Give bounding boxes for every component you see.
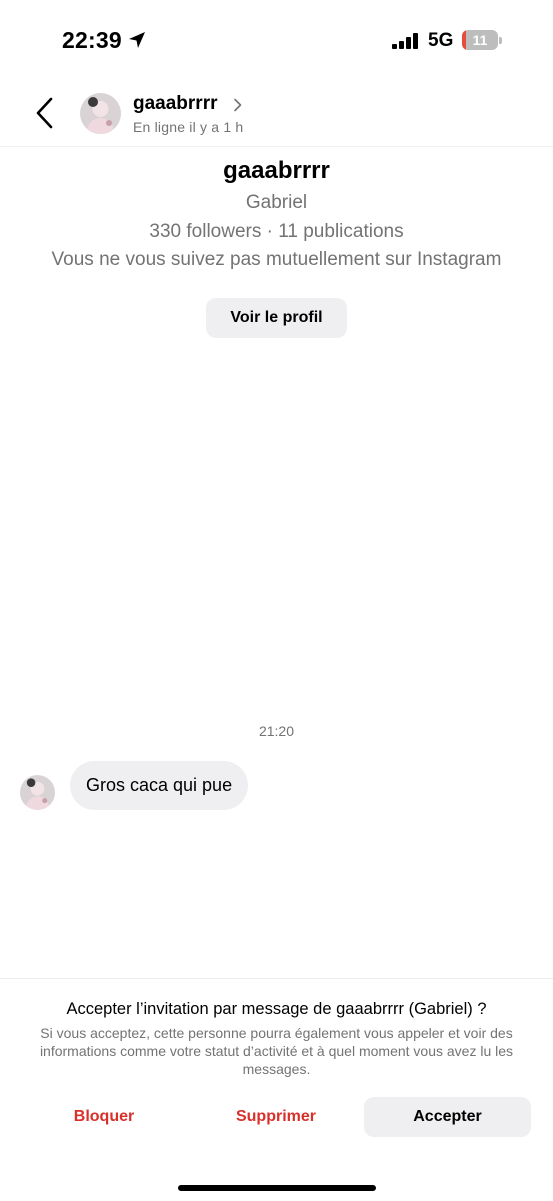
battery-icon: 11 [462, 30, 504, 52]
mutual-follow-notice: Vous ne vous suivez pas mutuellement sur… [51, 249, 502, 270]
network-type: 5G [428, 30, 454, 51]
sender-avatar [20, 775, 55, 810]
online-status: En ligne il y a 1 h [133, 119, 244, 135]
chat-header: gaaabrrrr En ligne il y a 1 h [0, 84, 553, 147]
avatar[interactable] [80, 93, 121, 134]
home-indicator [178, 1185, 376, 1191]
request-title: Accepter l’invitation par message de gaa… [66, 1000, 487, 1018]
block-button[interactable]: Bloquer [20, 1097, 188, 1137]
back-icon[interactable] [30, 96, 60, 130]
chevron-right-icon[interactable] [233, 98, 243, 112]
profile-full-name: Gabriel [245, 192, 308, 213]
status-bar: 22:39 5G 11 [0, 0, 553, 80]
message-bubble[interactable]: Gros caca qui pue [70, 761, 249, 810]
profile-username: gaaabrrrr [223, 157, 330, 184]
delete-button[interactable]: Supprimer [192, 1097, 360, 1137]
profile-stats: 330 followers · 11 publications [149, 221, 404, 242]
signal-bars-icon [392, 33, 418, 49]
message-request-panel: Accepter l’invitation par message de gaa… [0, 978, 553, 1201]
view-profile-button[interactable]: Voir le profil [206, 298, 347, 338]
header-username[interactable]: gaaabrrrr [133, 93, 218, 115]
status-time: 22:39 [62, 27, 122, 53]
accept-button[interactable]: Accepter [364, 1097, 531, 1137]
location-arrow-icon [129, 32, 145, 48]
request-description: Si vous acceptez, cette personne pourra … [39, 1025, 514, 1077]
message-timestamp: 21:20 [258, 723, 295, 739]
battery-level: 11 [472, 32, 488, 48]
